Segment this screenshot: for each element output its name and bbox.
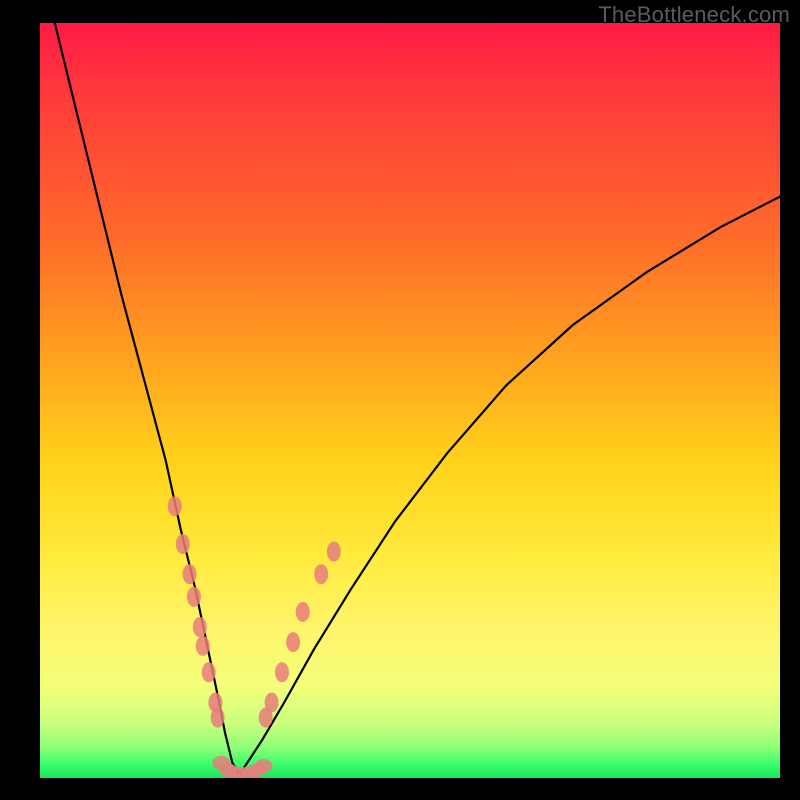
data-point xyxy=(265,693,279,713)
data-point xyxy=(183,564,197,584)
data-point xyxy=(211,708,225,728)
dots-valley xyxy=(212,756,272,778)
chart-frame: TheBottleneck.com xyxy=(0,0,800,800)
data-point xyxy=(296,602,310,622)
data-point xyxy=(314,564,328,584)
dots-left-branch xyxy=(168,496,225,727)
bottleneck-curve xyxy=(55,23,780,774)
data-point xyxy=(275,662,289,682)
data-point xyxy=(327,542,341,562)
data-point xyxy=(196,636,210,656)
data-point xyxy=(176,534,190,554)
plot-area xyxy=(40,23,780,778)
data-point xyxy=(168,496,182,516)
data-point xyxy=(202,662,216,682)
dots-right-branch xyxy=(259,542,341,728)
data-point xyxy=(255,759,273,773)
curve-svg xyxy=(40,23,780,778)
data-point xyxy=(187,587,201,607)
data-point xyxy=(193,617,207,637)
data-point xyxy=(286,632,300,652)
